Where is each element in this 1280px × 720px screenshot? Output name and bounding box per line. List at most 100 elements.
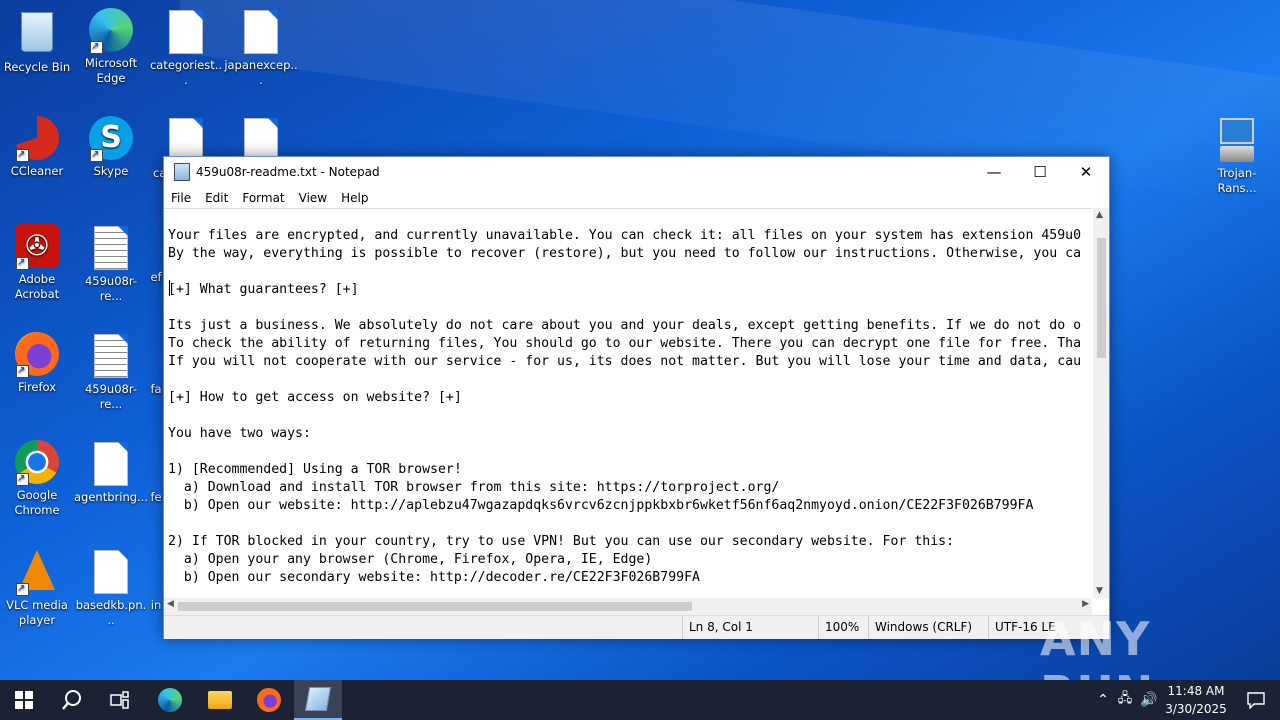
desktop-icon-partial-ef[interactable]: ef: [149, 270, 163, 285]
chrome-icon: [14, 440, 60, 486]
desktop-icon-vlc[interactable]: VLC media player: [0, 548, 74, 628]
desktop-icon-skype[interactable]: S Skype: [74, 116, 148, 179]
menu-view[interactable]: View: [292, 191, 334, 205]
desktop-icon-label: ef: [150, 270, 162, 284]
desktop-icon-agentbring[interactable]: agentbring...: [74, 440, 148, 505]
desktop-icon-partial-in[interactable]: in: [149, 598, 163, 613]
desktop-icon-label: Trojan-Rans...: [1217, 166, 1257, 195]
desktop-icon-categoriest[interactable]: categoriest...: [149, 8, 223, 88]
scroll-left-icon[interactable]: ◀: [167, 599, 174, 609]
menu-file[interactable]: File: [164, 191, 198, 205]
folder-icon: [208, 691, 232, 709]
notification-icon: [1247, 692, 1265, 709]
chevron-up-icon[interactable]: ⌃: [1094, 692, 1112, 708]
desktop-icon-google-chrome[interactable]: Google Chrome: [0, 440, 74, 518]
taskbar-file-explorer[interactable]: [196, 680, 244, 720]
text-line: 2) If TOR blocked in your country, try t…: [168, 534, 955, 549]
text-file-icon: [88, 226, 134, 272]
text-line: [164, 443, 1092, 461]
text-caret: [169, 280, 170, 296]
desktop-icon-label: fa: [150, 382, 162, 396]
desktop-icon-partial-fa[interactable]: fa: [149, 382, 163, 397]
desktop-icon-microsoft-edge[interactable]: Microsoft Edge: [74, 8, 148, 86]
text-line: You have two ways:: [168, 426, 311, 441]
desktop-icon-label: Adobe Acrobat: [14, 272, 60, 301]
menu-help[interactable]: Help: [334, 191, 375, 205]
notepad-icon: [174, 163, 190, 181]
text-editor[interactable]: Your files are encrypted, and currently …: [164, 208, 1092, 599]
desktop-icon-partial-fe[interactable]: fe: [149, 490, 163, 505]
taskbar-firefox[interactable]: [245, 680, 293, 720]
desktop-icon-readme-2[interactable]: 459u08r-re...: [74, 332, 148, 412]
text-line: To check the ability of returning files,…: [168, 336, 1082, 351]
text-line: b) Open our website: http://aplebzu47wga…: [168, 498, 1034, 513]
network-icon[interactable]: 🖧: [1112, 689, 1138, 711]
installer-icon: [1214, 118, 1260, 164]
desktop-icon-japanexcep[interactable]: japanexcep...: [224, 8, 298, 88]
notepad-window[interactable]: 459u08r-readme.txt - Notepad — ☐ ✕ File …: [163, 156, 1110, 639]
desktop-icon-basedkb[interactable]: basedkb.pn...: [74, 548, 148, 628]
desktop-icon-label: fe: [150, 490, 162, 504]
taskbar-notepad[interactable]: [294, 680, 342, 720]
clock-time: 11:48 AM: [1167, 684, 1225, 698]
task-view-button[interactable]: [96, 680, 144, 720]
desktop-icon-trojan-ransom[interactable]: Trojan-Rans...: [1200, 116, 1274, 196]
taskbar-edge[interactable]: [146, 680, 194, 720]
file-icon: [238, 10, 284, 56]
text-line: If you will not cooperate with our servi…: [168, 354, 1082, 369]
menu-format[interactable]: Format: [235, 191, 291, 205]
minimize-button[interactable]: —: [971, 157, 1017, 187]
notification-center-button[interactable]: [1232, 680, 1280, 720]
firefox-icon: [14, 332, 60, 378]
desktop-icon-label: 459u08r-re...: [84, 274, 137, 303]
text-file-icon: [88, 334, 134, 380]
close-button[interactable]: ✕: [1063, 157, 1109, 187]
notepad-icon: [304, 687, 332, 711]
desktop-icon-label: Skype: [93, 164, 129, 178]
menu-bar: File Edit Format View Help: [164, 187, 1109, 208]
text-line: b) Open our secondary website: http://de…: [168, 570, 700, 585]
taskbar: ⌃ 🖧 🔊 11:48 AM 3/30/2025: [0, 680, 1280, 720]
desktop-icon-recycle-bin[interactable]: Recycle Bin: [0, 8, 74, 75]
desktop-icon-label: 459u08r-re...: [84, 382, 137, 411]
clock[interactable]: 11:48 AM 3/30/2025: [1156, 682, 1236, 718]
text-line: a) Download and install TOR browser from…: [168, 480, 780, 495]
title-bar[interactable]: 459u08r-readme.txt - Notepad — ☐ ✕: [164, 157, 1109, 187]
desktop-icon-label: Google Chrome: [14, 488, 60, 517]
desktop-icon-ccleaner[interactable]: CCleaner: [0, 116, 74, 179]
horizontal-scroll-thumb[interactable]: [178, 602, 692, 611]
text-line: [164, 263, 1092, 281]
text-line: [164, 515, 1092, 533]
search-button[interactable]: [48, 680, 96, 720]
file-icon: [163, 10, 209, 56]
vertical-scrollbar[interactable]: ▲ ▼: [1093, 208, 1109, 598]
horizontal-scrollbar[interactable]: ◀ ▶: [164, 598, 1092, 615]
line-endings: Windows (CRLF): [868, 616, 987, 639]
zoom-level: 100%: [818, 616, 871, 639]
status-bar: Ln 8, Col 1 100% Windows (CRLF) UTF-16 L…: [164, 615, 1109, 639]
desktop-icon-firefox[interactable]: Firefox: [0, 332, 74, 395]
desktop-icon-label: CCleaner: [10, 164, 64, 178]
desktop-icon-label: Recycle Bin: [3, 60, 71, 74]
skype-icon: S: [88, 116, 134, 162]
file-icon: [88, 442, 134, 488]
vertical-scroll-thumb[interactable]: [1097, 238, 1106, 358]
text-line: By the way, everything is possible to re…: [168, 246, 1082, 261]
desktop-icon-label: Microsoft Edge: [84, 56, 138, 85]
desktop-icon-readme-1[interactable]: 459u08r-re...: [74, 224, 148, 304]
scroll-down-icon[interactable]: ▼: [1096, 586, 1103, 596]
text-line: [164, 407, 1092, 425]
desktop-icon-label: japanexcep...: [224, 58, 298, 87]
scroll-right-icon[interactable]: ▶: [1082, 599, 1089, 609]
scroll-up-icon[interactable]: ▲: [1096, 210, 1103, 220]
cursor-position: Ln 8, Col 1: [682, 616, 817, 639]
maximize-button[interactable]: ☐: [1017, 157, 1063, 187]
clock-date: 3/30/2025: [1165, 702, 1227, 716]
task-view-icon: [110, 691, 129, 709]
desktop-icon-adobe-acrobat[interactable]: ✇ Adobe Acrobat: [0, 224, 74, 302]
start-button[interactable]: [0, 680, 48, 720]
desktop-icon-label: in: [150, 598, 162, 612]
desktop-icon-label: VLC media player: [6, 598, 68, 627]
menu-edit[interactable]: Edit: [198, 191, 235, 205]
text-line: Your files are encrypted, and currently …: [168, 228, 1082, 243]
